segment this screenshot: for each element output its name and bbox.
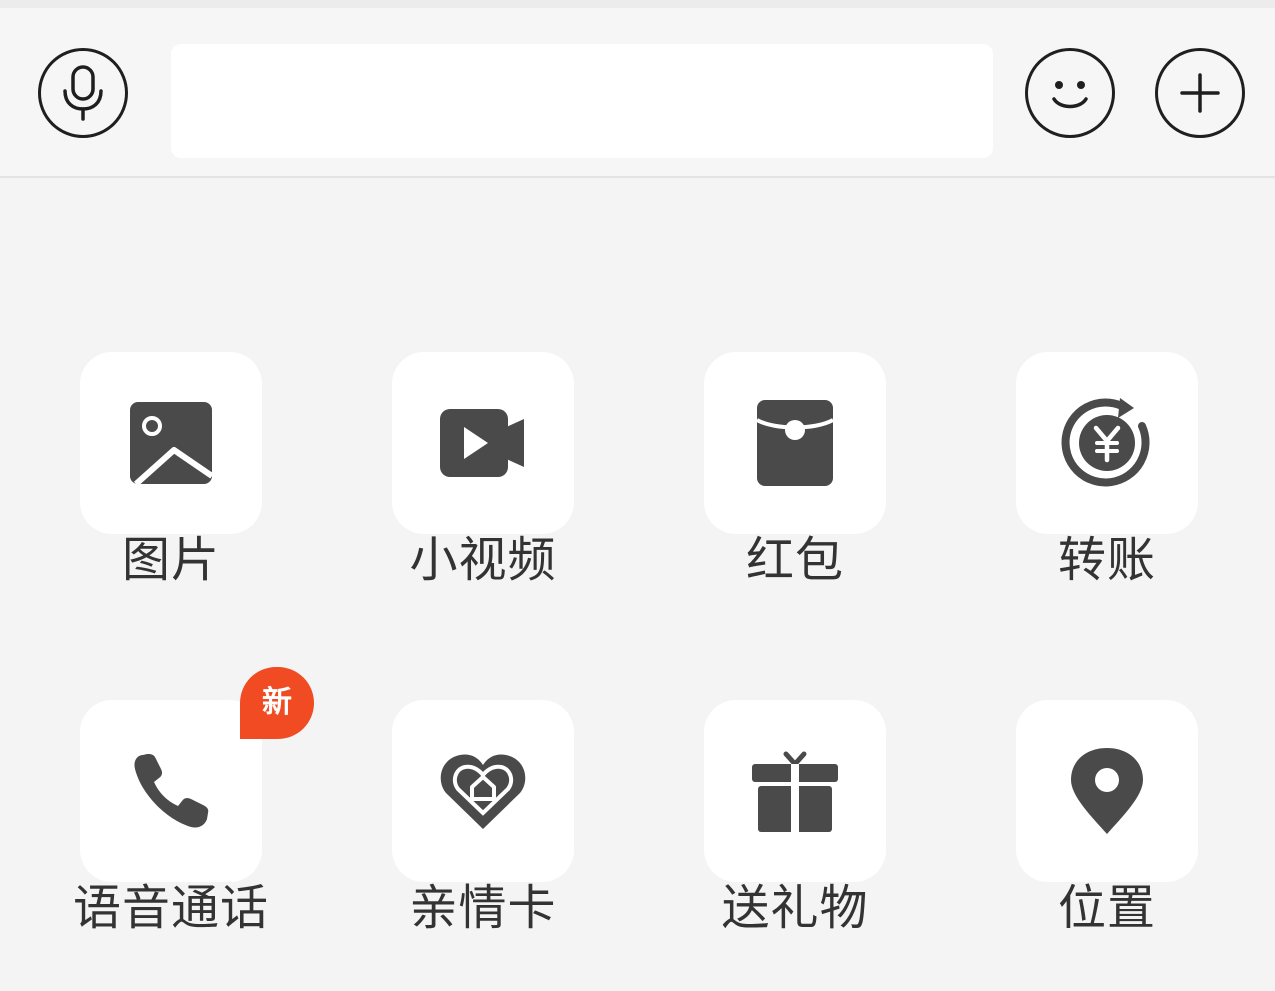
more-actions-button[interactable] <box>1155 48 1245 138</box>
gift-icon <box>750 746 840 836</box>
action-red-packet-label: 红包 <box>745 532 844 588</box>
new-badge: 新 <box>240 667 314 739</box>
plus-icon <box>1175 68 1225 118</box>
smiley-icon <box>1040 63 1100 123</box>
action-voice-call-label: 语音通话 <box>72 880 269 936</box>
action-red-packet-button[interactable] <box>704 352 886 534</box>
chat-input-bar <box>0 8 1275 176</box>
action-image-button[interactable] <box>80 352 262 534</box>
message-input[interactable] <box>171 44 993 158</box>
yuan-transfer-icon <box>1060 396 1154 490</box>
action-family-card-label: 亲情卡 <box>409 880 557 936</box>
image-icon <box>128 400 214 486</box>
phone-icon <box>129 749 213 833</box>
divider <box>0 176 1275 178</box>
action-video-button[interactable] <box>392 352 574 534</box>
red-envelope-icon <box>755 398 835 488</box>
heart-home-icon <box>438 749 528 833</box>
emoji-button[interactable] <box>1025 48 1115 138</box>
action-location-button[interactable] <box>1016 700 1198 882</box>
microphone-icon <box>55 63 111 123</box>
action-video-label: 小视频 <box>409 532 557 588</box>
video-camera-icon <box>438 403 528 483</box>
action-gift-button[interactable] <box>704 700 886 882</box>
location-pin-icon <box>1069 746 1145 836</box>
top-strip <box>0 0 1275 8</box>
action-location-label: 位置 <box>1057 880 1156 936</box>
action-transfer-label: 转账 <box>1057 532 1156 588</box>
action-transfer-button[interactable] <box>1016 352 1198 534</box>
action-family-card-button[interactable] <box>392 700 574 882</box>
action-voice-call-button[interactable] <box>80 700 262 882</box>
action-gift-label: 送礼物 <box>721 880 869 936</box>
action-image-label: 图片 <box>121 532 220 588</box>
voice-input-button[interactable] <box>38 48 128 138</box>
